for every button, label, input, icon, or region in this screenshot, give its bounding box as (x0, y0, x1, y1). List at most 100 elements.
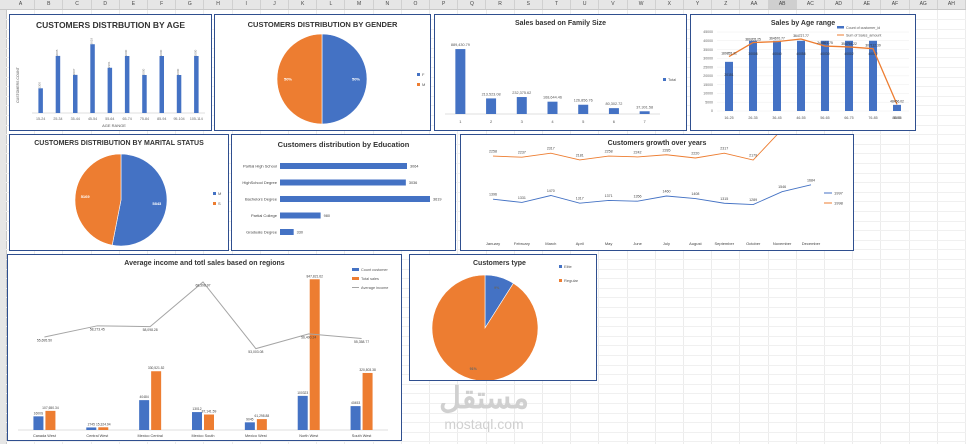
column-header-O[interactable]: O (402, 0, 431, 9)
x-tick-label: 86-95 (892, 116, 901, 120)
bar-data-label: 40040 (772, 52, 781, 56)
column-header-D[interactable]: D (92, 0, 120, 9)
bar-count-3 (192, 412, 202, 430)
legend-label: Total (668, 78, 676, 82)
x-tick-label: 3 (521, 119, 524, 124)
chart-sales-by-age-range[interactable]: Sales by Age range Count of customer_id … (690, 14, 916, 131)
column-header-W[interactable]: W (628, 0, 656, 9)
bar-65-74 (124, 56, 130, 113)
column-header-AF[interactable]: AF (881, 0, 910, 9)
chart-sales-by-family-size[interactable]: Sales based on Family Size Total 889,430… (434, 14, 687, 131)
bar-data-label: 2381 (107, 61, 111, 68)
bar-data-label: 168,644.46 (543, 96, 562, 100)
column-header-T[interactable]: T (543, 0, 572, 9)
line-data-label: 1317 (576, 197, 584, 201)
x-tick-label: Mexico Central (137, 434, 162, 438)
chart-income-and-sales-by-region[interactable]: Average income and totl sales based on r… (7, 254, 402, 441)
column-header-F[interactable]: F (148, 0, 177, 9)
legend-label-sales: Total sales (361, 277, 379, 281)
y-tick-label: 15000 (703, 83, 713, 87)
bar-sales-label: 15,324.94 (96, 422, 111, 426)
bar-data-label: 2000 (176, 68, 180, 75)
column-header-C[interactable]: C (63, 0, 92, 9)
bar-data-label: 3619 (90, 38, 94, 45)
bar-size-6 (608, 108, 619, 114)
column-header-AC[interactable]: AC (797, 0, 825, 9)
column-header-L[interactable]: L (317, 0, 346, 9)
legend-label-sales: Sum of Sales_amount (846, 34, 881, 38)
pie-data-label: 5843 (152, 201, 162, 206)
column-header-H[interactable]: H (204, 0, 233, 9)
legend-swatch-elite (559, 265, 562, 268)
column-header-AE[interactable]: AE (853, 0, 882, 9)
bar-55-64 (107, 67, 113, 113)
education-chart-svg: Partial High School 3064 HighSchool Degree… (242, 163, 441, 235)
legend-label-regular: Regular (564, 278, 579, 283)
chart-customers-type[interactable]: Customers type Elite Regular 9% 91% (409, 254, 597, 381)
line-data-label: 2258 (489, 150, 497, 154)
x-tick-label: 7 (644, 119, 647, 124)
column-header-M[interactable]: M (345, 0, 374, 9)
bar-count-label: 40484 (140, 395, 149, 399)
series-line-1997 (492, 184, 812, 206)
line-data-label: 1396 (489, 193, 497, 197)
line-data-label: 2317 (547, 147, 555, 151)
column-header-X[interactable]: X (656, 0, 684, 9)
column-header-R[interactable]: R (487, 0, 515, 9)
x-tick-label: 55-64 (105, 117, 114, 121)
bar-data-label: 330 (297, 231, 303, 235)
chart-customers-by-gender[interactable]: CUSTOMERS DISTRIBUTION BY GENDER 50% 50% F… (214, 14, 431, 131)
line-data-label: 2285 (662, 148, 670, 152)
bar-data-label: 889,430.79 (451, 43, 470, 47)
chart-customers-growth-over-years[interactable]: Customers growth over years January Febru… (460, 134, 854, 251)
column-header-E[interactable]: E (120, 0, 149, 9)
column-header-AA[interactable]: AA (740, 0, 769, 9)
chart-customers-by-marital-status[interactable]: CUSTOMERS DISTRIBUTION BY MARITAL STATUS… (9, 134, 229, 251)
chart-customers-by-age[interactable]: CUSTOMERS DISTRBUTION BY AGE CUSTOMERS C… (9, 14, 212, 131)
column-header-AD[interactable]: AD (825, 0, 854, 9)
column-header-S[interactable]: S (515, 0, 543, 9)
bar-85-94 (159, 56, 164, 113)
column-header-P[interactable]: P (430, 0, 459, 9)
bar-1 (280, 179, 406, 186)
bar-data-label: 3619 (433, 198, 441, 202)
column-header-Z[interactable]: Z (712, 0, 741, 9)
x-tick-label: 56-65 (820, 116, 829, 120)
column-header-J[interactable]: J (261, 0, 290, 9)
column-header-V[interactable]: V (599, 0, 628, 9)
column-header-I[interactable]: I (233, 0, 261, 9)
chart-customers-by-education[interactable]: Customers distribution by Education Part… (231, 134, 456, 251)
column-header-G[interactable]: G (176, 0, 205, 9)
line-data-label: 2179 (749, 154, 757, 158)
legend-swatch-count (352, 268, 359, 271)
column-header-Y[interactable]: Y (684, 0, 713, 9)
line-data-label: 307112.39 (865, 44, 881, 48)
column-header-U[interactable]: U (571, 0, 600, 9)
x-tick-label: South West (352, 434, 373, 438)
column-header-K[interactable]: K (289, 0, 318, 9)
y-category-label: Partial High School (243, 164, 277, 169)
bar-75-84 (142, 75, 147, 113)
bar-data-label: 3005 (55, 49, 59, 56)
x-tick-label: 46-55 (796, 116, 805, 120)
column-header-A[interactable]: A (7, 0, 36, 9)
bar-data-label: 30008 (748, 52, 757, 56)
bar-sales-0 (45, 410, 56, 430)
column-header-AB[interactable]: AB (768, 0, 797, 9)
column-header-B[interactable]: B (35, 0, 64, 9)
line-data-label: 55,358.77 (354, 340, 369, 344)
x-tick-label: January (486, 241, 500, 246)
bar-count-0 (33, 416, 44, 430)
column-header-AH[interactable]: AH (938, 0, 966, 9)
line-data-label: 56,400.24 (301, 335, 316, 339)
legend-label-1998: 1998 (834, 201, 844, 206)
regions-chart-svg: Count customer Total sales Average incom… (18, 268, 389, 438)
bar-count-label: 9045 (246, 417, 254, 421)
line-data-label: 1356 (634, 195, 642, 199)
bar-2 (280, 196, 430, 202)
line-data-label: 48456.02 (890, 99, 904, 103)
column-header-Q[interactable]: Q (458, 0, 487, 9)
column-header-N[interactable]: N (374, 0, 402, 9)
column-header-AG[interactable]: AG (910, 0, 938, 9)
line-data-label: 2181 (576, 153, 584, 157)
